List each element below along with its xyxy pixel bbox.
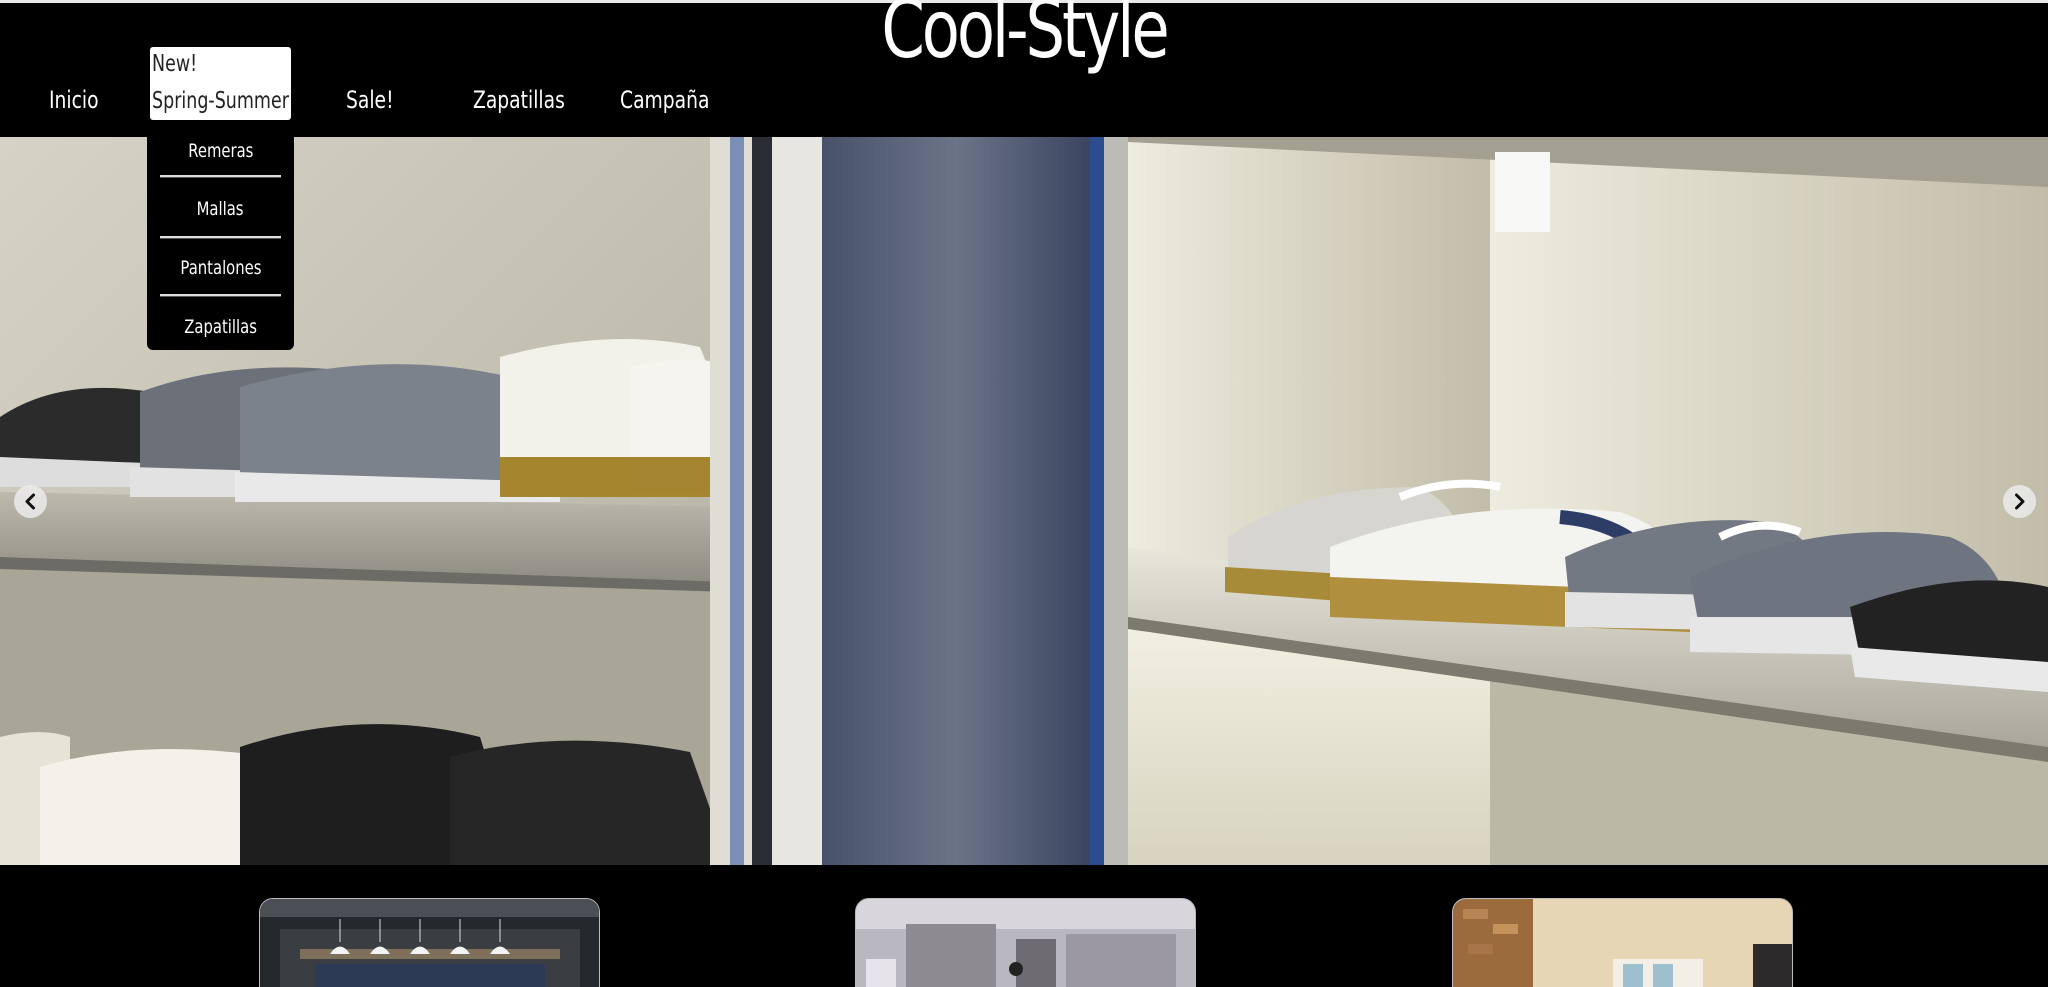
thumbnail-image [260, 899, 599, 987]
dropdown-divider [160, 175, 281, 177]
dropdown-divider [160, 294, 281, 296]
carousel-prev-button[interactable] [14, 485, 47, 518]
carousel-next-button[interactable] [2003, 485, 2036, 518]
nav-new-spring-summer[interactable]: New! Spring-Summer [150, 47, 291, 120]
thumbnail-image [1453, 899, 1792, 987]
nav-sale[interactable]: Sale! [346, 86, 394, 114]
dropdown-item-mallas[interactable]: Mallas [147, 189, 294, 229]
site-logo[interactable]: Cool-Style [225, 0, 1822, 74]
nav-campana[interactable]: Campaña [620, 86, 709, 114]
hero-carousel[interactable] [0, 137, 2048, 865]
nav-dropdown-menu: Remeras Mallas Pantalones Zapatillas [147, 129, 294, 350]
page: Cool-Style Inicio New! Spring-Summer Sal… [0, 0, 2048, 987]
dropdown-item-pantalones[interactable]: Pantalones [147, 248, 294, 288]
thumbnail-store-lamps[interactable] [259, 898, 600, 987]
thumbnail-image [856, 899, 1195, 987]
dropdown-item-zapatillas[interactable]: Zapatillas [147, 307, 294, 347]
chevron-left-icon [25, 493, 35, 510]
nav-inicio[interactable]: Inicio [49, 86, 99, 114]
dropdown-divider [160, 236, 281, 238]
nav-spring-summer-label: Spring-Summer [152, 88, 289, 114]
dropdown-item-remeras[interactable]: Remeras [147, 131, 294, 171]
thumbnail-store-brick[interactable] [1452, 898, 1793, 987]
chevron-right-icon [2015, 493, 2025, 510]
nav-new-label: New! [152, 51, 198, 77]
hero-image-shoe-shelves [0, 137, 2048, 865]
nav-zapatillas[interactable]: Zapatillas [473, 86, 565, 114]
thumbnail-store-display[interactable] [855, 898, 1196, 987]
